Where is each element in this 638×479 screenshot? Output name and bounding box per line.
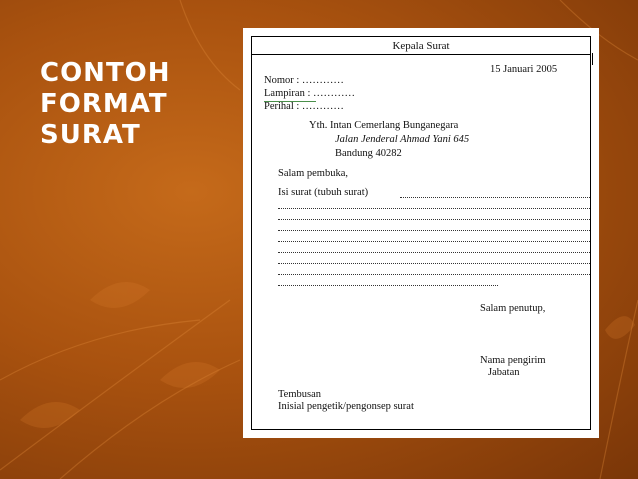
letter-frame: Kepala Surat 15 Januari 2005 Nomor : ………… bbox=[251, 36, 593, 430]
body-dots-1 bbox=[278, 208, 590, 209]
letter-initials: Inisial pengetik/pengonsep surat bbox=[278, 401, 414, 412]
body-dots-4 bbox=[278, 241, 590, 242]
letter-perihal: Perihal : ………… bbox=[264, 101, 344, 112]
body-dots-3 bbox=[278, 230, 590, 231]
body-dots-2 bbox=[278, 219, 590, 220]
recipient-line-3: Bandung 40282 bbox=[335, 148, 402, 159]
header-rule bbox=[252, 54, 590, 55]
letter-nomor: Nomor : ………… bbox=[264, 75, 344, 86]
letter-cc: Tembusan bbox=[278, 389, 322, 400]
letter-document-image: Kepala Surat 15 Januari 2005 Nomor : ………… bbox=[243, 28, 599, 438]
slide-title-line-2: FORMAT bbox=[40, 89, 168, 119]
slide-title-line-1: CONTOH bbox=[40, 58, 171, 88]
body-dots-8 bbox=[278, 285, 498, 286]
letter-date: 15 Januari 2005 bbox=[490, 64, 558, 75]
slide-title: CONTOH FORMAT SURAT bbox=[40, 58, 171, 151]
body-dots-0 bbox=[400, 197, 590, 198]
recipient-line-1: Yth. Intan Cemerlang Bunganegara bbox=[309, 120, 459, 131]
letter-closing: Salam penutup, bbox=[480, 303, 546, 314]
sender-title: Jabatan bbox=[488, 367, 520, 378]
letter-lampiran: Lampiran : ………… bbox=[264, 88, 355, 99]
slide-title-line-3: SURAT bbox=[40, 120, 141, 150]
letter-greeting: Salam pembuka, bbox=[278, 168, 348, 179]
letter-header: Kepala Surat bbox=[392, 40, 450, 52]
body-dots-6 bbox=[278, 263, 590, 264]
body-dots-5 bbox=[278, 252, 590, 253]
recipient-line-2: Jalan Jenderal Ahmad Yani 645 bbox=[335, 134, 470, 145]
frame-marker bbox=[592, 53, 593, 65]
sender-name: Nama pengirim bbox=[480, 355, 546, 366]
letter-body-label: Isi surat (tubuh surat) bbox=[278, 187, 369, 198]
body-dots-7 bbox=[278, 274, 590, 275]
